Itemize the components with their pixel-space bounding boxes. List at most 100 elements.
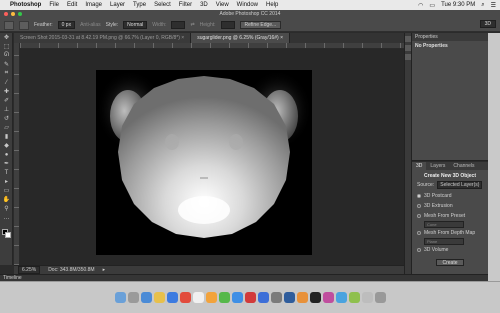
- gradient-tool-icon[interactable]: ▮: [0, 132, 13, 141]
- dodge-tool-icon[interactable]: ●: [0, 150, 13, 159]
- indesign-icon[interactable]: [322, 292, 334, 303]
- path-select-tool-icon[interactable]: ▸: [0, 177, 13, 186]
- menu-3d[interactable]: 3D: [200, 2, 208, 8]
- zoom-level-field[interactable]: 6.25%: [18, 266, 41, 274]
- radio-icon[interactable]: [417, 248, 421, 252]
- option-mesh-from-depth-map[interactable]: Mesh From Depth Map: [412, 228, 488, 238]
- menu-help[interactable]: Help: [266, 2, 278, 8]
- system-preferences-icon[interactable]: [270, 292, 282, 303]
- document-size[interactable]: Doc: 343.8M/350.8M: [48, 267, 94, 273]
- quick-select-tool-icon[interactable]: ✎: [0, 60, 13, 69]
- menu-filter[interactable]: Filter: [179, 2, 192, 8]
- radio-icon[interactable]: [417, 214, 421, 218]
- background-color-swatch[interactable]: [5, 232, 11, 238]
- document-canvas[interactable]: [96, 70, 312, 255]
- menu-image[interactable]: Image: [85, 2, 102, 8]
- zoom-tool-icon[interactable]: ⚲: [0, 204, 13, 213]
- menu-layer[interactable]: Layer: [110, 2, 125, 8]
- more-tools-icon[interactable]: …: [0, 213, 13, 222]
- launchpad-icon[interactable]: [127, 292, 139, 303]
- finder-icon[interactable]: [114, 292, 126, 303]
- tab-layers[interactable]: Layers: [426, 162, 449, 170]
- pen-tool-icon[interactable]: ✒: [0, 159, 13, 168]
- tab-screen-shot[interactable]: Screen Shot 2015-03-31 at 8.42.19 PM.png…: [14, 33, 192, 43]
- refine-edge-button[interactable]: Refine Edge...: [239, 21, 282, 29]
- utility-icon[interactable]: [348, 292, 360, 303]
- create-button[interactable]: Create: [436, 259, 464, 266]
- preset-dropdown[interactable]: Cone: [424, 221, 464, 228]
- status-arrow-icon[interactable]: ▸: [103, 267, 106, 273]
- shape-tool-icon[interactable]: ▭: [0, 186, 13, 195]
- history-panel-icon[interactable]: [405, 36, 411, 42]
- style-select[interactable]: Normal: [123, 21, 148, 29]
- trash-icon[interactable]: [374, 292, 386, 303]
- tab-sugarglider[interactable]: sugarglider.png @ 6.25% (Gray/16#) ×: [191, 33, 291, 43]
- terminal-icon[interactable]: [309, 292, 321, 303]
- safari-icon[interactable]: [140, 292, 152, 303]
- list-icon[interactable]: ☰: [491, 2, 496, 9]
- timeline-panel-header[interactable]: Timeline: [0, 274, 500, 281]
- radio-icon[interactable]: [417, 231, 421, 235]
- radio-icon[interactable]: [417, 204, 421, 208]
- source-select[interactable]: Selected Layer(s): [437, 181, 483, 189]
- illustrator-icon[interactable]: [296, 292, 308, 303]
- itunes-icon[interactable]: [244, 292, 256, 303]
- chrome-icon[interactable]: [335, 292, 347, 303]
- crop-tool-icon[interactable]: ⌗: [0, 69, 13, 78]
- clock[interactable]: Tue 9:30 PM: [441, 2, 475, 8]
- menu-type[interactable]: Type: [133, 2, 146, 8]
- menu-view[interactable]: View: [216, 2, 229, 8]
- wifi-icon[interactable]: ◠: [418, 2, 423, 9]
- move-tool-icon[interactable]: ✥: [0, 33, 13, 42]
- menu-edit[interactable]: Edit: [67, 2, 77, 8]
- option-3d-volume[interactable]: 3D Volume: [412, 245, 488, 255]
- marquee-tool-icon[interactable]: ⬚: [0, 42, 13, 51]
- option-mesh-from-preset[interactable]: Mesh From Preset: [412, 211, 488, 221]
- tab-channels[interactable]: Channels: [449, 162, 478, 170]
- radio-icon[interactable]: [417, 194, 421, 198]
- menu-file[interactable]: File: [49, 2, 59, 8]
- clone-stamp-tool-icon[interactable]: ⊥: [0, 105, 13, 114]
- height-input[interactable]: [220, 21, 235, 29]
- option-label: Mesh From Depth Map: [424, 230, 476, 236]
- width-input[interactable]: [171, 21, 186, 29]
- photos-icon[interactable]: [205, 292, 217, 303]
- mail-icon[interactable]: [166, 292, 178, 303]
- antialias-checkbox[interactable]: Anti-alias: [80, 22, 101, 28]
- lasso-tool-icon[interactable]: ᘏ: [0, 51, 13, 60]
- messages-icon[interactable]: [218, 292, 230, 303]
- notes-icon[interactable]: [153, 292, 165, 303]
- option-3d-extrusion[interactable]: 3D Extrusion: [412, 201, 488, 211]
- eraser-tool-icon[interactable]: ▱: [0, 123, 13, 132]
- selection-mode-icon[interactable]: [19, 20, 29, 30]
- feather-input[interactable]: 0 px: [57, 21, 76, 29]
- eyedropper-tool-icon[interactable]: ⁄: [0, 78, 13, 87]
- search-icon[interactable]: ⌕: [481, 2, 484, 9]
- properties-header[interactable]: Properties: [412, 33, 488, 41]
- menu-window[interactable]: Window: [237, 2, 258, 8]
- hand-tool-icon[interactable]: ✋: [0, 195, 13, 204]
- info-panel-icon[interactable]: [405, 54, 411, 60]
- menu-app-name[interactable]: Photoshop: [10, 2, 41, 8]
- tab-3d[interactable]: 3D: [412, 162, 427, 170]
- swap-icon[interactable]: ⇄: [190, 22, 194, 28]
- app-store-icon[interactable]: [257, 292, 269, 303]
- brush-tool-icon[interactable]: ✐: [0, 96, 13, 105]
- history-brush-tool-icon[interactable]: ↺: [0, 114, 13, 123]
- canvas-area[interactable]: [20, 49, 404, 265]
- battery-icon[interactable]: ▭: [429, 2, 435, 9]
- option-3d-postcard[interactable]: 3D Postcard: [412, 191, 488, 201]
- calendar-icon[interactable]: [179, 292, 191, 303]
- contacts-icon[interactable]: [192, 292, 204, 303]
- facetime-icon[interactable]: [231, 292, 243, 303]
- properties-panel-icon[interactable]: [405, 45, 411, 51]
- marquee-tool-icon[interactable]: [4, 20, 14, 30]
- downloads-icon[interactable]: [361, 292, 373, 303]
- menu-select[interactable]: Select: [154, 2, 171, 8]
- depth-map-dropdown[interactable]: Plane: [424, 238, 464, 245]
- healing-tool-icon[interactable]: ✚: [0, 87, 13, 96]
- type-tool-icon[interactable]: T: [0, 168, 13, 177]
- photoshop-icon[interactable]: [283, 292, 295, 303]
- blur-tool-icon[interactable]: ◆: [0, 141, 13, 150]
- workspace-switcher[interactable]: 3D: [479, 20, 496, 28]
